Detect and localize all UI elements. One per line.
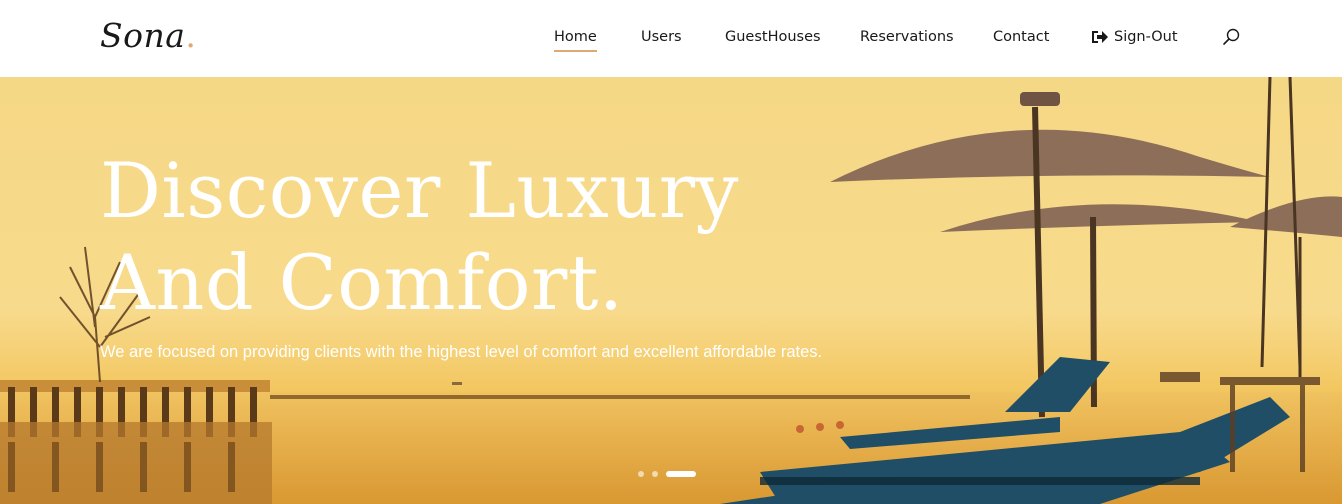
hero-subtitle: We are focused on providing clients with… [100, 343, 823, 361]
hero-title: Discover Luxury And Comfort. [100, 145, 739, 329]
hero-section: Discover Luxury And Comfort. We are focu… [0, 77, 1342, 504]
carousel-dots [638, 471, 696, 477]
hero-title-line-1: Discover Luxury [100, 146, 739, 235]
main-nav: Home Users GuestHouses Reservations Cont… [0, 0, 1342, 77]
nav-home[interactable]: Home [554, 29, 597, 52]
hero-title-line-2: And Comfort. [100, 238, 624, 327]
nav-guesthouses[interactable]: GuestHouses [725, 29, 821, 45]
nav-contact[interactable]: Contact [993, 29, 1049, 45]
search-icon [1223, 28, 1240, 45]
sign-out-label: Sign-Out [1114, 29, 1178, 45]
sign-out-icon [1092, 31, 1108, 43]
nav-sign-out[interactable]: Sign-Out [1091, 29, 1178, 45]
carousel-dot[interactable] [638, 471, 644, 477]
search-button[interactable] [1222, 27, 1242, 47]
nav-users[interactable]: Users [641, 29, 682, 45]
nav-reservations[interactable]: Reservations [860, 29, 954, 45]
site-header: Sona. Home Users GuestHouses Reservation… [0, 0, 1342, 77]
carousel-dot-active[interactable] [666, 471, 696, 477]
carousel-dot[interactable] [652, 471, 658, 477]
